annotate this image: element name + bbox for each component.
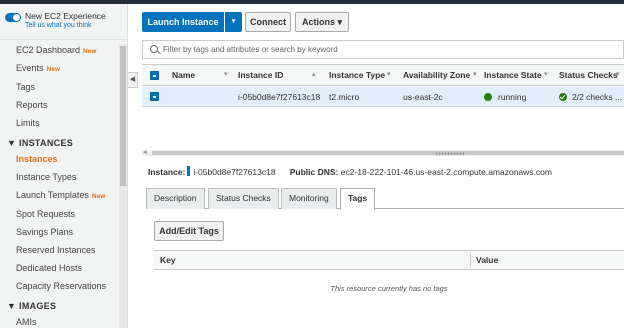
- cell-status-checks[interactable]: 2/2 checks ...: [572, 92, 622, 102]
- panel-resize-grip[interactable]: [435, 152, 465, 156]
- section-label: INSTANCES: [19, 138, 74, 148]
- sidebar-item-reserved-instances[interactable]: Reserved Instances: [16, 245, 96, 255]
- new-badge: New: [83, 48, 97, 55]
- new-experience-toggle[interactable]: [5, 13, 21, 22]
- scrollbar-thumb[interactable]: [120, 46, 126, 186]
- sidebar-item-events[interactable]: Events New: [16, 63, 60, 73]
- new-experience-title: New EC2 Experience: [25, 11, 106, 21]
- sidebar-item-label: Launch Templates: [16, 190, 89, 200]
- running-status-icon: [484, 93, 492, 101]
- sidebar: New EC2 Experience Tell us what you thin…: [0, 4, 128, 328]
- table-row[interactable]: i-05b0d8e7f27613c18 t2.micro us-east-2c …: [142, 87, 624, 107]
- sidebar-item-instances[interactable]: Instances: [16, 154, 58, 164]
- connect-button[interactable]: Connect: [245, 12, 291, 32]
- sidebar-scrollbar[interactable]: [119, 44, 127, 328]
- column-header-status-checks[interactable]: Status Checks: [559, 70, 618, 80]
- sidebar-item-savings-plans[interactable]: Savings Plans: [16, 227, 73, 237]
- search-icon: [150, 45, 158, 53]
- search-placeholder: Filter by tags and attributes or search …: [163, 45, 338, 54]
- sort-icon[interactable]: ▾: [616, 70, 620, 78]
- column-header-instance-id[interactable]: Instance ID: [238, 70, 283, 80]
- cell-instance-state: running: [498, 92, 527, 102]
- cell-instance-id: i-05b0d8e7f27613c18: [238, 92, 321, 102]
- new-badge: New: [46, 66, 60, 73]
- column-divider[interactable]: [470, 253, 471, 267]
- add-edit-tags-button[interactable]: Add/Edit Tags: [154, 221, 224, 241]
- images-section-header[interactable]: ▼ IMAGES: [7, 301, 56, 311]
- instances-section-header[interactable]: ▼ INSTANCES: [7, 138, 73, 148]
- feedback-link[interactable]: Tell us what you think: [25, 22, 92, 29]
- column-header-value[interactable]: Value: [476, 255, 498, 265]
- sort-icon[interactable]: ▾: [473, 70, 477, 78]
- instances-table-header: Name ▾ Instance ID ▴ Instance Type ▾ Ava…: [142, 64, 624, 86]
- cell-availability-zone: us-east-2c: [403, 92, 443, 102]
- tab-tags[interactable]: Tags: [340, 188, 376, 210]
- row-checkbox[interactable]: [150, 92, 159, 101]
- sort-icon[interactable]: ▾: [387, 70, 391, 78]
- empty-tags-message: This resource currently has no tags: [330, 284, 448, 293]
- sidebar-item-label: Events: [16, 63, 44, 73]
- launch-dropdown-button[interactable]: ▾: [225, 12, 242, 32]
- sidebar-item-ec2-dashboard[interactable]: EC2 Dashboard New: [16, 45, 96, 55]
- chevron-down-icon: ▾: [231, 18, 236, 25]
- instance-label: Instance:: [148, 167, 186, 177]
- sidebar-item-reports[interactable]: Reports: [16, 100, 48, 110]
- column-header-instance-type[interactable]: Instance Type: [329, 70, 385, 80]
- sort-icon[interactable]: ▾: [544, 70, 548, 78]
- instance-id-value: i-05b0d8e7f27613c18: [193, 167, 276, 177]
- instance-detail-summary: Instance: i-05b0d8e7f27613c18 Public DNS:…: [148, 166, 552, 177]
- instance-color-marker: [187, 166, 191, 176]
- sidebar-item-spot-requests[interactable]: Spot Requests: [16, 209, 75, 219]
- column-header-availability-zone[interactable]: Availability Zone: [403, 70, 470, 80]
- collapse-triangle-icon: ▼: [7, 138, 20, 148]
- sidebar-item-label: EC2 Dashboard: [16, 45, 81, 55]
- column-header-instance-state[interactable]: Instance State: [484, 70, 542, 80]
- sidebar-item-launch-templates[interactable]: Launch Templates New: [16, 190, 105, 200]
- sidebar-item-capacity-reservations[interactable]: Capacity Reservations: [16, 281, 106, 291]
- column-header-key[interactable]: Key: [160, 255, 176, 265]
- select-all-checkbox[interactable]: [150, 71, 159, 80]
- search-input[interactable]: Filter by tags and attributes or search …: [142, 40, 624, 59]
- collapse-sidebar-button[interactable]: ◀: [128, 72, 138, 88]
- checks-passed-icon: [559, 93, 567, 101]
- sidebar-item-instance-types[interactable]: Instance Types: [16, 172, 76, 182]
- sidebar-item-limits[interactable]: Limits: [16, 118, 40, 128]
- new-badge: New: [91, 193, 106, 200]
- tab-monitoring[interactable]: Monitoring: [281, 188, 337, 209]
- tab-status-checks[interactable]: Status Checks: [208, 188, 279, 209]
- sort-ascending-icon[interactable]: ▴: [312, 70, 316, 78]
- detail-tabs: Description Status Checks Monitoring Tag…: [146, 188, 624, 210]
- actions-button[interactable]: Actions ▾: [295, 12, 349, 32]
- section-label: IMAGES: [19, 301, 57, 311]
- sort-icon[interactable]: ▾: [224, 70, 228, 78]
- public-dns-label: Public DNS:: [289, 167, 339, 177]
- column-header-name[interactable]: Name: [172, 70, 195, 80]
- sidebar-item-dedicated-hosts[interactable]: Dedicated Hosts: [16, 263, 82, 273]
- scrollbar-thumb[interactable]: [152, 151, 624, 155]
- tags-table-header: Key Value: [154, 250, 624, 270]
- sidebar-divider: [0, 39, 127, 40]
- launch-instance-button[interactable]: Launch Instance: [142, 12, 224, 32]
- sidebar-item-tags[interactable]: Tags: [16, 82, 35, 92]
- toggle-knob: [13, 14, 20, 21]
- public-dns-value: ec2-18-222-101-46.us-east-2.compute.amaz…: [340, 167, 552, 177]
- tab-description[interactable]: Description: [146, 188, 205, 209]
- collapse-triangle-icon: ▼: [7, 301, 20, 311]
- scroll-left-icon[interactable]: ◂: [143, 148, 147, 156]
- table-horizontal-scrollbar[interactable]: [142, 150, 624, 156]
- sidebar-item-amis[interactable]: AMIs: [16, 317, 37, 327]
- cell-instance-type: t2.micro: [329, 92, 360, 102]
- chevron-left-icon: ◀: [129, 76, 136, 83]
